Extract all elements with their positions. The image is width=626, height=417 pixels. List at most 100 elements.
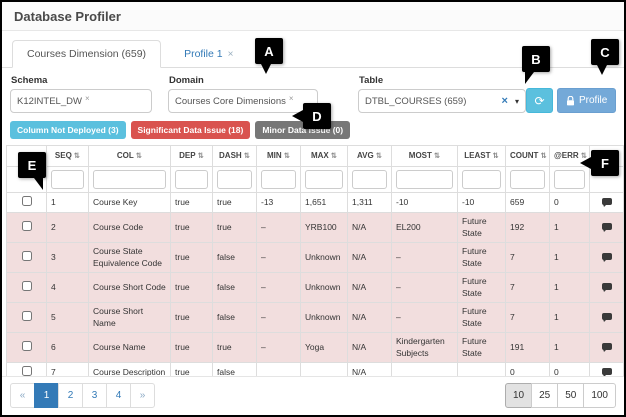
tab-courses-dimension[interactable]: Courses Dimension (659)	[12, 40, 161, 68]
row-comment-cell	[590, 193, 624, 213]
tab-label: Courses Dimension (659)	[27, 48, 146, 60]
domain-clear-icon[interactable]: ×	[289, 94, 294, 103]
comment-icon[interactable]	[602, 283, 612, 290]
cell-count: 7	[506, 303, 550, 333]
cell-avg: 1,311	[348, 193, 392, 213]
column-header-min[interactable]: MIN⇅	[257, 146, 301, 167]
callout-c: C	[591, 39, 619, 65]
callout-b: B	[522, 46, 550, 72]
page-size-100[interactable]: 100	[583, 383, 616, 408]
cell-count: 7	[506, 273, 550, 303]
cell-dep: true	[171, 213, 213, 243]
filter-cell-dep	[171, 167, 213, 193]
sort-icon[interactable]: ⇅	[244, 151, 250, 160]
page-prev-button[interactable]: «	[10, 383, 35, 408]
tab-close-icon[interactable]: ×	[228, 49, 234, 60]
page-button-4[interactable]: 4	[106, 383, 131, 408]
column-header-dep[interactable]: DEP⇅	[171, 146, 213, 167]
row-checkbox[interactable]	[22, 251, 32, 261]
table-select[interactable]: DTBL_COURSES (659) × ▾	[358, 89, 526, 113]
column-header-max[interactable]: MAX⇅	[301, 146, 348, 167]
filter-input-avg[interactable]	[352, 170, 387, 189]
page-size-25[interactable]: 25	[531, 383, 558, 408]
page-selector: «1234»	[10, 383, 155, 408]
filter-input-dash[interactable]	[217, 170, 252, 189]
cell-err: 1	[550, 303, 590, 333]
page-button-1[interactable]: 1	[34, 383, 59, 408]
tab-profile-1[interactable]: Profile 1 ×	[169, 40, 248, 68]
schema-input[interactable]: K12INTEL_DW ×	[10, 89, 152, 113]
grid-container: SEQ⇅COL⇅DEP⇅DASH⇅MIN⇅MAX⇅AVG⇅MOST⇅LEAST⇅…	[2, 145, 624, 376]
profile-button-label: Profile	[579, 95, 607, 106]
cell-col: Course Name	[89, 333, 171, 363]
column-header-col[interactable]: COL⇅	[89, 146, 171, 167]
sort-icon[interactable]: ⇅	[492, 151, 498, 160]
callout-e: E	[18, 152, 46, 178]
table-label: Table	[359, 75, 526, 86]
row-checkbox[interactable]	[22, 366, 32, 376]
column-header-dash[interactable]: DASH⇅	[213, 146, 257, 167]
cell-count: 191	[506, 333, 550, 363]
cell-seq: 2	[47, 213, 89, 243]
sort-icon[interactable]: ⇅	[540, 151, 546, 160]
cell-dep: true	[171, 273, 213, 303]
cell-dash: false	[213, 273, 257, 303]
column-header-seq[interactable]: SEQ⇅	[47, 146, 89, 167]
schema-clear-icon[interactable]: ×	[85, 94, 90, 103]
filter-input-min[interactable]	[261, 170, 296, 189]
cell-err: 1	[550, 333, 590, 363]
cell-max: Yoga	[301, 333, 348, 363]
grid-filter-row	[7, 167, 624, 193]
filter-input-err[interactable]	[554, 170, 585, 189]
sort-icon[interactable]: ⇅	[376, 151, 382, 160]
profile-button[interactable]: Profile	[557, 88, 616, 113]
cell-dash: false	[213, 363, 257, 376]
table-clear-icon[interactable]: ×	[502, 95, 508, 107]
filter-input-most[interactable]	[396, 170, 453, 189]
column-header-most[interactable]: MOST⇅	[392, 146, 458, 167]
page-button-3[interactable]: 3	[82, 383, 107, 408]
refresh-button[interactable]: ⟳	[526, 88, 553, 113]
column-header-count[interactable]: COUNT⇅	[506, 146, 550, 167]
filter-input-max[interactable]	[305, 170, 343, 189]
row-checkbox[interactable]	[22, 221, 32, 231]
cell-seq: 1	[47, 193, 89, 213]
row-checkbox[interactable]	[22, 281, 32, 291]
comment-icon[interactable]	[602, 198, 612, 205]
sort-icon[interactable]: ⇅	[331, 151, 337, 160]
cell-col: Course Key	[89, 193, 171, 213]
filter-cell-max	[301, 167, 348, 193]
sort-icon[interactable]: ⇅	[198, 151, 204, 160]
sort-icon[interactable]: ⇅	[284, 151, 290, 160]
comment-icon[interactable]	[602, 223, 612, 230]
filter-input-count[interactable]	[510, 170, 545, 189]
row-select-cell	[7, 333, 47, 363]
sort-icon[interactable]: ⇅	[74, 151, 80, 160]
tab-label: Profile 1	[184, 48, 223, 60]
comment-icon[interactable]	[602, 313, 612, 320]
comment-icon[interactable]	[602, 368, 612, 375]
cell-col: Course State Equivalence Code	[89, 243, 171, 273]
page-next-button[interactable]: »	[130, 383, 155, 408]
column-header-avg[interactable]: AVG⇅	[348, 146, 392, 167]
page-size-50[interactable]: 50	[557, 383, 584, 408]
row-checkbox[interactable]	[22, 196, 32, 206]
column-header-least[interactable]: LEAST⇅	[458, 146, 506, 167]
filter-input-col[interactable]	[93, 170, 166, 189]
chevron-down-icon[interactable]: ▾	[515, 97, 519, 106]
page-button-2[interactable]: 2	[58, 383, 83, 408]
filter-input-seq[interactable]	[51, 170, 84, 189]
sort-icon[interactable]: ⇅	[434, 151, 440, 160]
filter-input-least[interactable]	[462, 170, 501, 189]
page-size-10[interactable]: 10	[505, 383, 532, 408]
column-header-label: COUNT	[510, 151, 538, 160]
filter-cell-seq	[47, 167, 89, 193]
comment-icon[interactable]	[602, 253, 612, 260]
row-checkbox[interactable]	[22, 341, 32, 351]
sort-icon[interactable]: ⇅	[136, 151, 142, 160]
column-header-label: LEAST	[464, 151, 490, 160]
comment-icon[interactable]	[602, 343, 612, 350]
column-header-label: COL	[117, 151, 134, 160]
filter-input-dep[interactable]	[175, 170, 208, 189]
row-checkbox[interactable]	[22, 311, 32, 321]
